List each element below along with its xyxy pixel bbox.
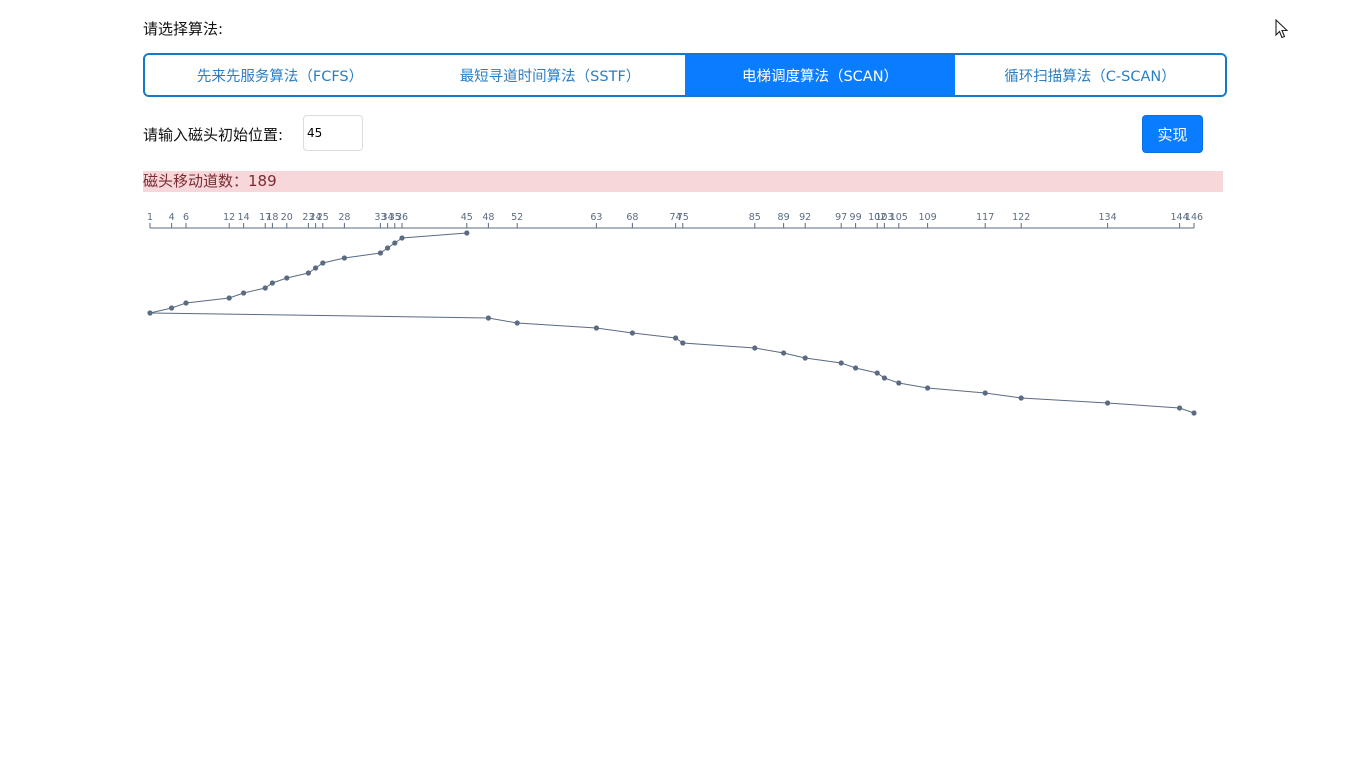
- head-path-point: [341, 255, 347, 261]
- head-path-point: [896, 380, 902, 386]
- x-tick-label: 20: [281, 212, 293, 223]
- head-path-point: [305, 270, 311, 276]
- head-path-point: [673, 335, 679, 341]
- head-path-point: [853, 365, 859, 371]
- x-tick-label: 117: [976, 212, 994, 223]
- run-button[interactable]: 实现: [1142, 115, 1203, 153]
- x-tick-label: 1: [147, 212, 153, 223]
- head-path-point: [881, 375, 888, 381]
- x-tick-label: 134: [1099, 212, 1117, 223]
- head-path-point: [241, 290, 247, 296]
- x-tick-label: 99: [850, 212, 862, 223]
- x-tick-label: 122: [1012, 212, 1030, 223]
- head-path-point: [629, 330, 636, 336]
- x-tick-label: 12: [223, 212, 235, 223]
- x-tick-label: 97: [835, 212, 847, 223]
- head-path-point: [385, 245, 391, 251]
- head-movement-result: 磁头移动道数：189: [143, 171, 1223, 192]
- head-path-point: [982, 390, 988, 396]
- head-path-point: [1191, 410, 1197, 416]
- head-path-point: [284, 275, 290, 281]
- head-path-point: [802, 355, 808, 361]
- head-path-point: [320, 260, 326, 266]
- tab-fcfs[interactable]: 先来先服务算法（FCFS）: [145, 55, 415, 95]
- head-path-point: [392, 240, 398, 246]
- initial-position-label: 请输入磁头初始位置:: [143, 126, 284, 144]
- head-path-point: [838, 360, 844, 366]
- head-path-point: [925, 385, 931, 391]
- x-tick-label: 85: [749, 212, 761, 223]
- head-path-line: [149, 232, 1195, 414]
- x-tick-label: 63: [590, 212, 602, 223]
- head-path-chart: 1 4 6 12 14 1718 20 232425 28 33343536 45 48 52 63 68 7…: [147, 212, 1203, 416]
- head-path-point: [464, 230, 470, 236]
- head-path-point: [593, 325, 600, 331]
- x-tick-label: 4: [169, 212, 175, 223]
- x-tick-label: 68: [626, 212, 638, 223]
- x-tick-label: 14: [238, 212, 250, 223]
- head-path-point: [147, 310, 153, 316]
- head-path-point: [485, 315, 491, 321]
- x-tick-label: 89: [778, 212, 790, 223]
- head-path-point: [377, 250, 383, 256]
- head-path-point: [514, 320, 520, 326]
- x-tick-label: 52: [511, 212, 523, 223]
- head-path-point: [226, 295, 232, 301]
- head-path-point: [399, 235, 405, 241]
- head-path-point: [262, 285, 268, 291]
- head-path-point: [874, 370, 880, 376]
- x-tick-label: 18: [266, 212, 278, 223]
- algorithm-prompt: 请选择算法:: [143, 20, 224, 38]
- head-path-point: [1105, 400, 1111, 406]
- head-path-point: [313, 265, 319, 271]
- algorithm-tabs: 先来先服务算法（FCFS） 最短寻道时间算法（SSTF） 电梯调度算法（SCAN…: [143, 53, 1227, 97]
- x-tick-label: 6: [183, 212, 189, 223]
- x-tick-label: 48: [482, 212, 494, 223]
- head-path-point: [269, 280, 275, 286]
- head-path-point: [680, 340, 686, 346]
- head-path-point: [752, 345, 758, 351]
- x-tick-label: 109: [919, 212, 937, 223]
- x-tick-label: 105: [890, 212, 908, 223]
- x-tick-label: 28: [338, 212, 350, 223]
- x-tick-label: 36: [396, 212, 408, 223]
- x-tick-label: 92: [799, 212, 811, 223]
- x-tick-label: 45: [461, 212, 473, 223]
- x-tick-label: 146: [1185, 212, 1203, 223]
- head-path-point: [1018, 395, 1024, 401]
- x-axis: 1 4 6 12 14 1718 20 232425 28 33343536 45 48 52 63 68 7…: [147, 212, 1203, 229]
- initial-position-input[interactable]: [303, 115, 363, 151]
- head-path-point: [183, 300, 189, 306]
- head-path-point: [781, 350, 787, 356]
- x-tick-label: 25: [317, 212, 329, 223]
- tab-cscan[interactable]: 循环扫描算法（C-SCAN）: [955, 55, 1225, 95]
- head-path-point: [169, 305, 175, 311]
- tab-scan[interactable]: 电梯调度算法（SCAN）: [685, 55, 955, 95]
- head-path-series: [147, 230, 1197, 416]
- x-tick-label: 75: [677, 212, 689, 223]
- tab-sstf[interactable]: 最短寻道时间算法（SSTF）: [415, 55, 685, 95]
- mouse-cursor-icon: [1275, 19, 1289, 39]
- head-path-point: [1177, 405, 1183, 411]
